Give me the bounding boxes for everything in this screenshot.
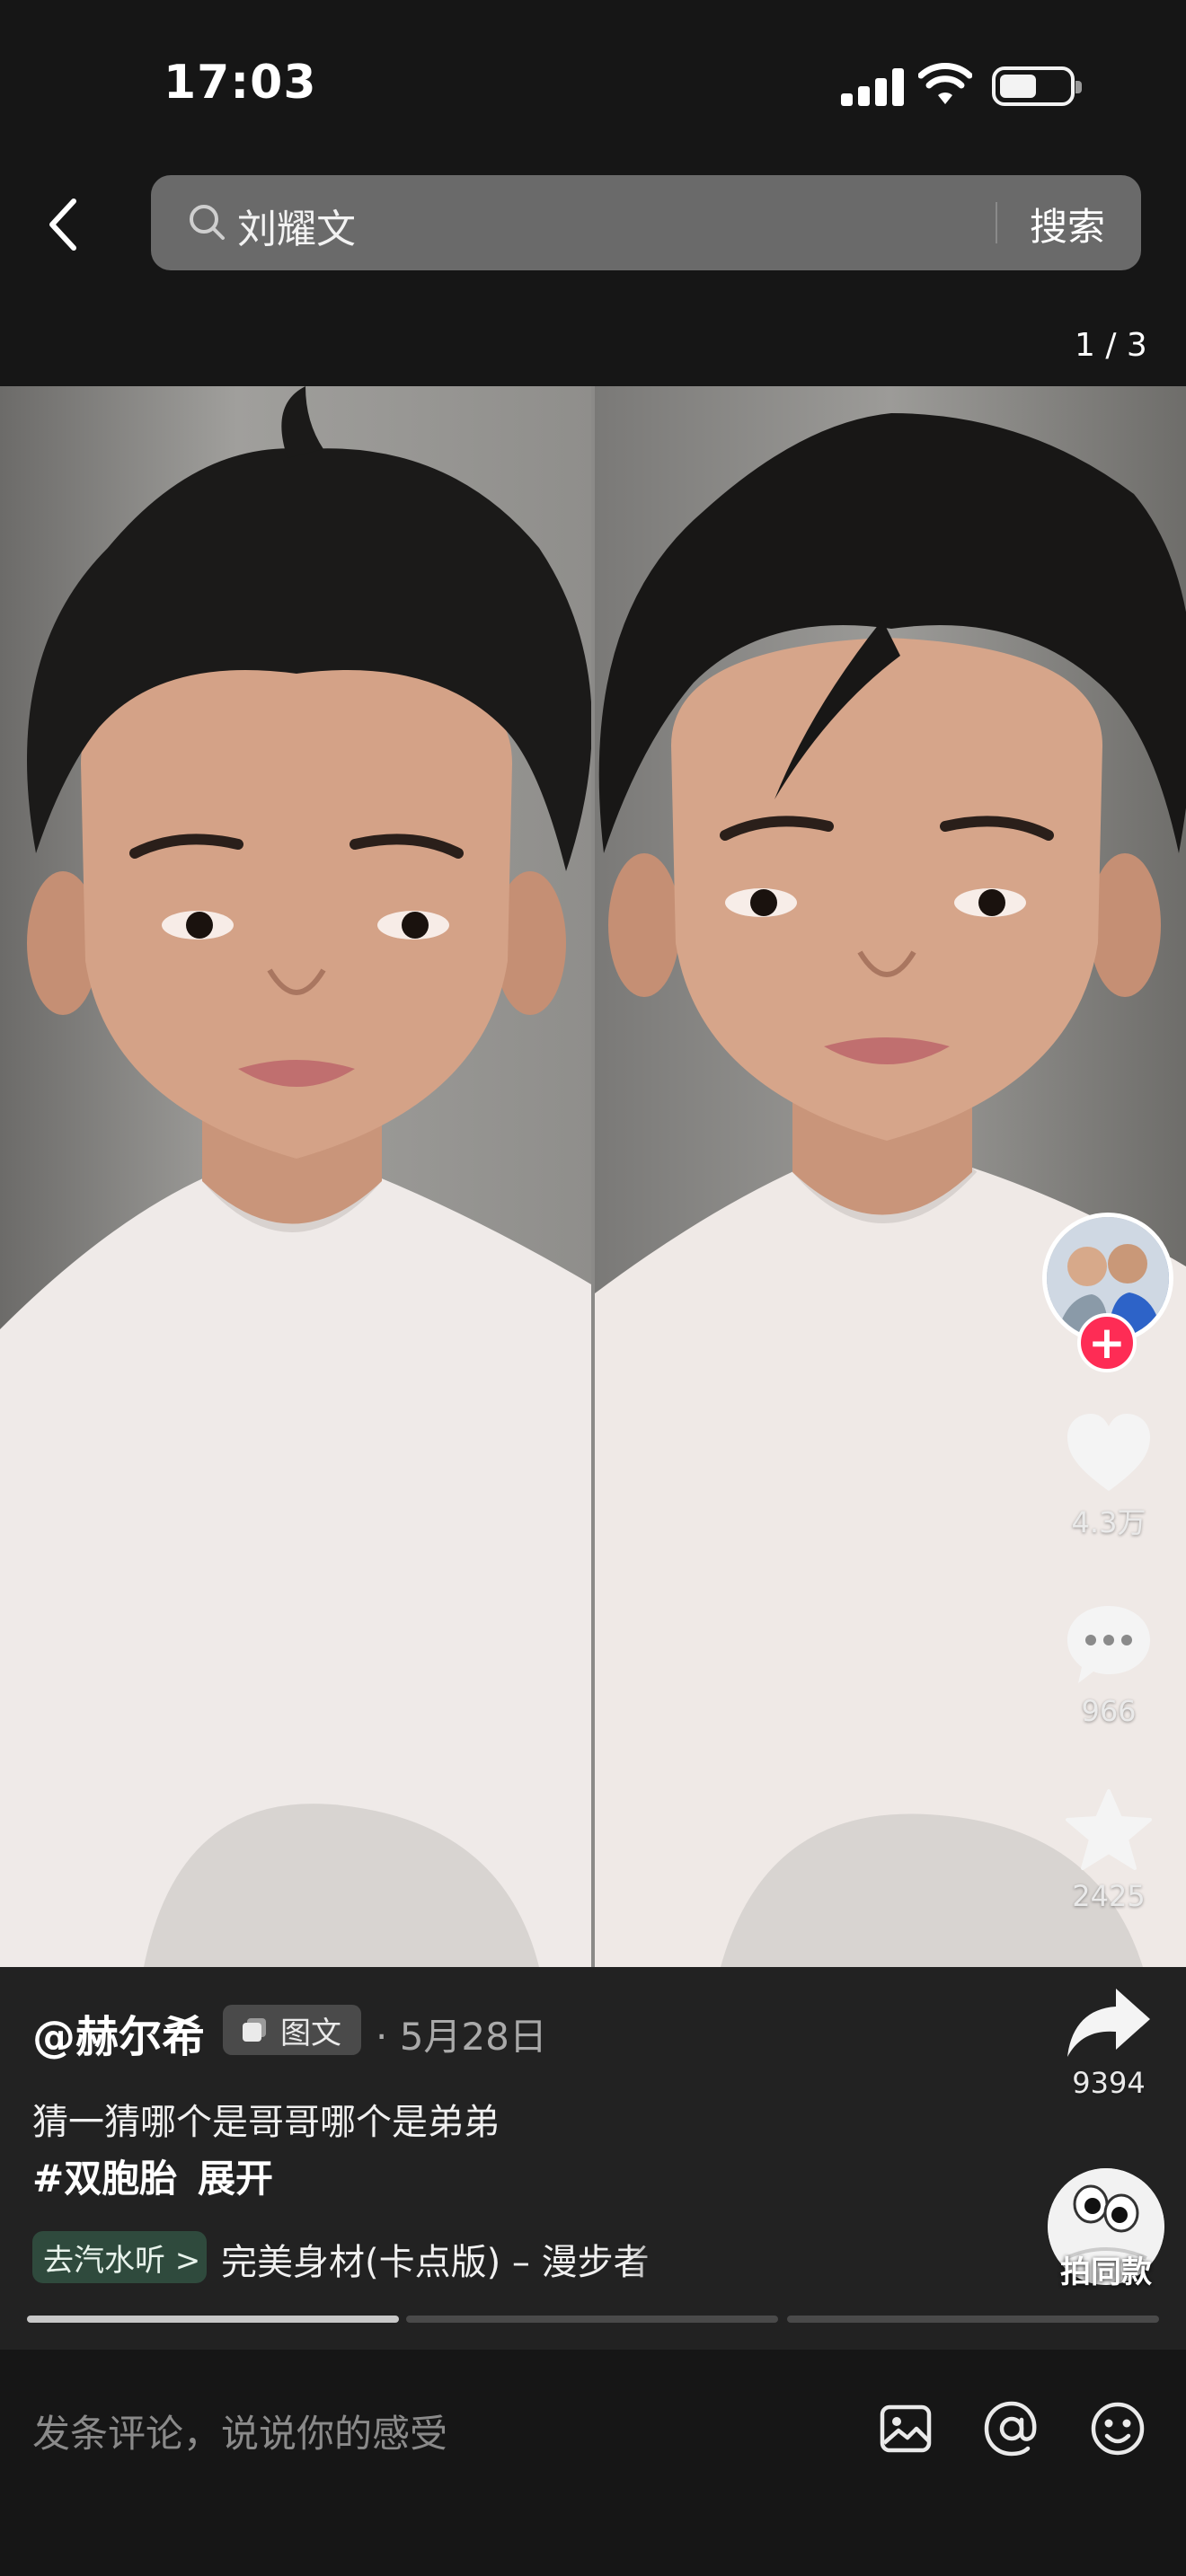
wifi-icon [918, 63, 972, 104]
search-button[interactable]: 搜索 [1030, 197, 1105, 251]
author-name[interactable]: @赫尔希 [32, 2001, 205, 2064]
search-divider [996, 202, 997, 243]
emoji-icon[interactable] [1089, 2400, 1146, 2457]
heart-icon [1067, 1414, 1150, 1491]
post-type-tag: 图文 [223, 2005, 361, 2055]
battery-icon [992, 66, 1082, 106]
post-photo-left [0, 386, 591, 1967]
comment-bar [0, 2350, 1186, 2576]
cellular-signal-icon [841, 66, 904, 106]
search-input[interactable]: 刘耀文 [237, 197, 356, 254]
mention-at-icon[interactable] [983, 2400, 1040, 2457]
comment-count: 966 [1081, 1694, 1137, 1728]
post-date: · 5月28日 [376, 2015, 547, 2059]
post-image-carousel[interactable] [0, 386, 1186, 1967]
follow-plus-button[interactable]: + [1077, 1313, 1137, 1372]
carousel-progress-segment-3 [787, 2316, 1159, 2323]
same-style-button[interactable]: 拍同款 [1048, 2168, 1164, 2290]
share-arrow-icon [1067, 1989, 1150, 2057]
star-icon [1066, 1789, 1152, 1870]
post-caption: 猜一猜哪个是哥哥哪个是弟弟 [32, 2102, 500, 2143]
carousel-page-indicator: 1 / 3 [1075, 327, 1147, 364]
comment-bubble-icon [1067, 1606, 1150, 1683]
same-style-label: 拍同款 [1060, 2254, 1152, 2290]
carousel-progress-segment-2 [406, 2316, 778, 2323]
comment-action[interactable]: 966 [1051, 1602, 1166, 1728]
like-count: 4.3万 [1071, 1505, 1146, 1539]
music-app-tag[interactable]: 去汽水听 > [32, 2231, 207, 2283]
music-title[interactable]: 完美身材(卡点版) – 漫步者 [221, 2233, 685, 2285]
share-count: 9394 [1072, 2066, 1146, 2100]
status-bar: 17:03 [0, 0, 1186, 171]
expand-caption-button[interactable]: 展开 [198, 2148, 273, 2203]
chevron-left-icon [49, 198, 76, 251]
music-app-label: 去汽水听 > [43, 2242, 201, 2279]
search-icon [190, 205, 225, 240]
share-action[interactable]: 9394 [1051, 1985, 1166, 2100]
post-photo-right [595, 386, 1186, 1967]
carousel-progress-segment-1 [27, 2316, 399, 2323]
image-picker-icon[interactable] [877, 2400, 934, 2457]
hashtag-link[interactable]: #双胞胎 [32, 2148, 177, 2203]
music-title-fade [629, 2228, 692, 2287]
gallery-stack-icon [243, 2018, 266, 2042]
post-type-label: 图文 [280, 2015, 341, 2051]
status-time: 17:03 [164, 56, 317, 110]
back-button[interactable] [36, 189, 90, 260]
favorite-action[interactable]: 2425 [1051, 1787, 1166, 1913]
like-action[interactable]: 4.3万 [1051, 1412, 1166, 1541]
search-bar[interactable]: 刘耀文 搜索 [151, 175, 1141, 270]
comment-input[interactable]: 发条评论，说说你的感受 [32, 2404, 447, 2458]
favorite-count: 2425 [1072, 1879, 1146, 1913]
